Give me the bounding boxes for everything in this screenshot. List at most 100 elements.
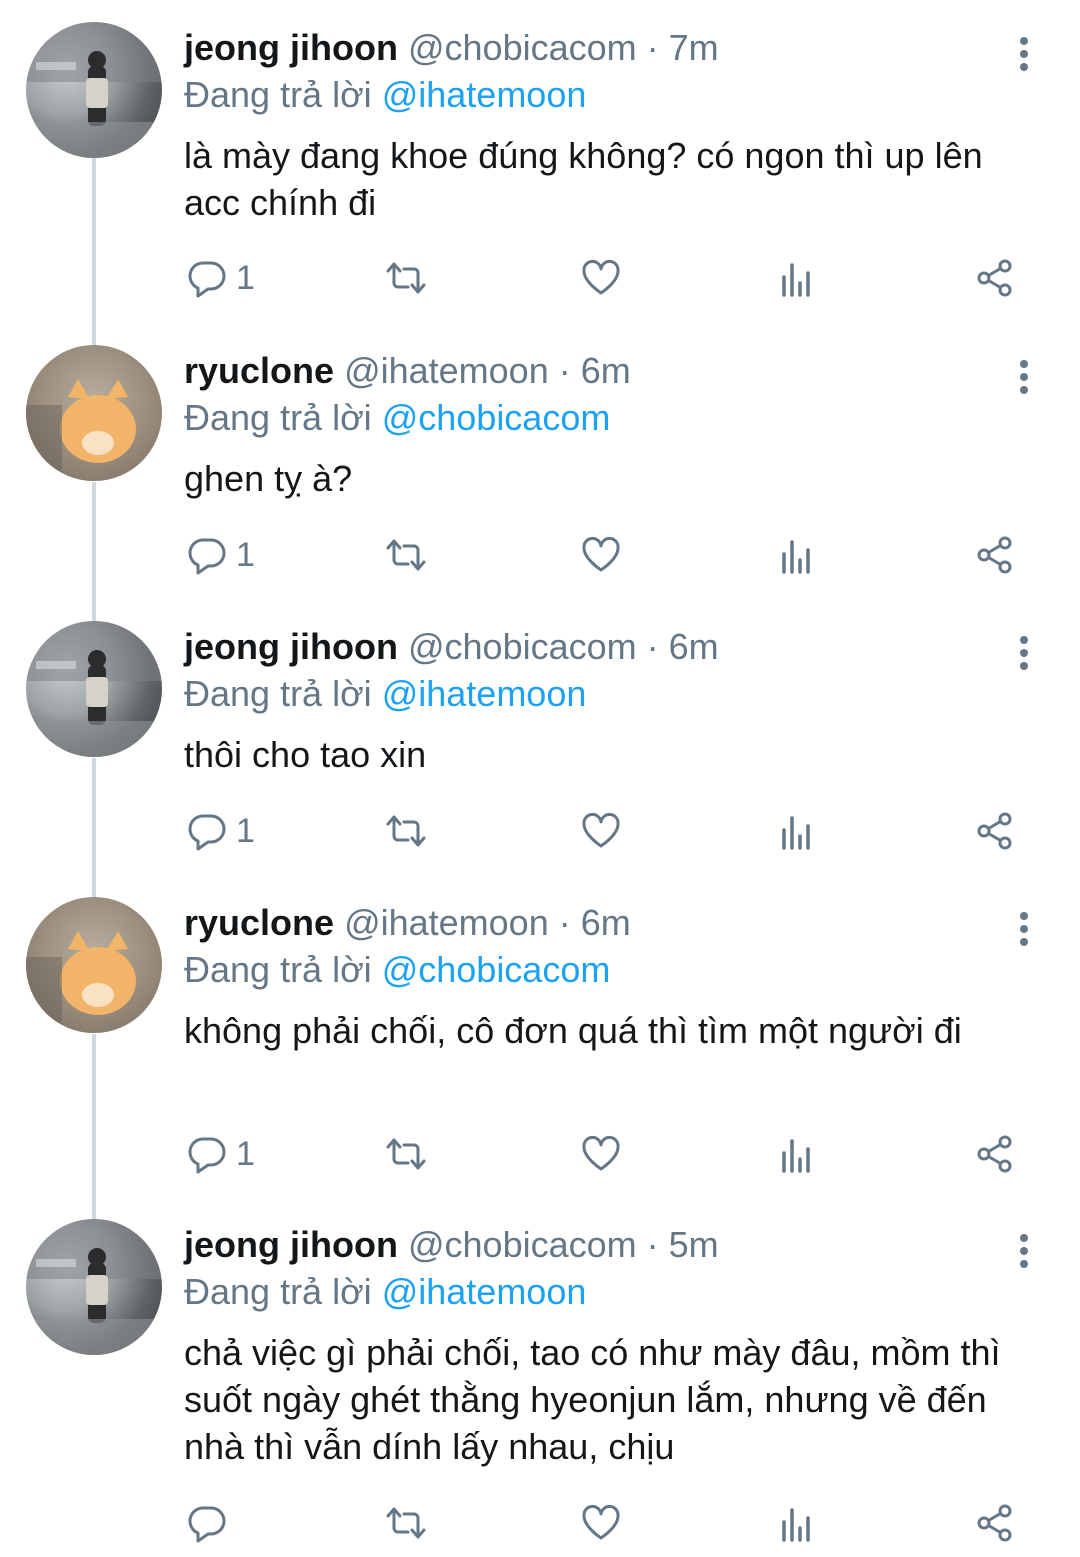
tweet-text: ghen tỵ à? [184, 458, 353, 499]
replying-prefix: Đang trả lời [184, 1271, 372, 1312]
retweet-button[interactable] [382, 801, 430, 861]
avatar[interactable] [26, 22, 162, 158]
heart-icon [582, 537, 620, 572]
like-button[interactable] [580, 801, 622, 861]
share-button[interactable] [974, 1124, 1016, 1184]
tweet[interactable]: jeong jihoon @chobicacom · 7m Đang trả l… [0, 22, 1080, 322]
timestamp[interactable]: 6m [669, 626, 719, 667]
more-vertical-icon[interactable] [1004, 34, 1044, 74]
tweet-actions [0, 1493, 1080, 1553]
share-button[interactable] [974, 248, 1016, 308]
timestamp[interactable]: 7m [669, 27, 719, 68]
analytics-icon [782, 1139, 810, 1173]
tweet-text: là mày đang khoe đúng không? có ngon thì… [184, 135, 983, 223]
replying-prefix: Đang trả lời [184, 949, 372, 990]
tweet-text: không phải chối, cô đơn quá thì tìm một … [184, 1010, 962, 1051]
author-name[interactable]: ryuclone [184, 350, 334, 391]
reply-count: 1 [236, 1134, 255, 1173]
replying-to: Đang trả lời @chobicacom [184, 948, 610, 992]
retweet-icon [386, 815, 426, 847]
tweet[interactable]: jeong jihoon @chobicacom · 5m Đang trả l… [0, 1219, 1080, 1557]
mention-link[interactable]: @ihatemoon [382, 673, 587, 714]
more-vertical-icon[interactable] [1004, 1231, 1044, 1271]
author-handle[interactable]: @chobicacom [408, 27, 637, 68]
jihoon-avatar-photo [26, 1219, 162, 1355]
author-handle[interactable]: @chobicacom [408, 1224, 637, 1265]
like-button[interactable] [580, 1124, 622, 1184]
reply-count: 1 [236, 535, 255, 574]
more-vertical-icon[interactable] [1004, 633, 1044, 673]
heart-icon [582, 260, 620, 295]
avatar[interactable] [26, 621, 162, 757]
replying-to: Đang trả lời @ihatemoon [184, 1270, 586, 1314]
tweet-text: thôi cho tao xin [184, 734, 427, 775]
reply-count: 1 [236, 811, 255, 850]
more-vertical-icon[interactable] [1004, 909, 1044, 949]
retweet-button[interactable] [382, 248, 430, 308]
tweet[interactable]: ryuclone @ihatemoon · 6m Đang trả lời @c… [0, 897, 1080, 1197]
tweet-header: jeong jihoon @chobicacom · 6m [184, 625, 719, 669]
reply-button[interactable]: 1 [186, 525, 255, 585]
replying-prefix: Đang trả lời [184, 673, 372, 714]
analytics-button[interactable] [778, 1493, 818, 1553]
mention-link[interactable]: @ihatemoon [382, 1271, 587, 1312]
reply-button[interactable]: 1 [186, 248, 255, 308]
mention-link[interactable]: @chobicacom [382, 949, 611, 990]
separator-dot: · [646, 626, 659, 667]
tweet-header: jeong jihoon @chobicacom · 5m [184, 1223, 719, 1267]
author-name[interactable]: jeong jihoon [184, 626, 398, 667]
retweet-button[interactable] [382, 1493, 430, 1553]
retweet-button[interactable] [382, 1124, 430, 1184]
heart-icon [582, 1505, 620, 1540]
retweet-icon [386, 539, 426, 571]
reply-icon [188, 814, 226, 851]
timestamp[interactable]: 5m [669, 1224, 719, 1265]
author-handle[interactable]: @ihatemoon [344, 902, 549, 943]
analytics-button[interactable] [778, 801, 818, 861]
author-name[interactable]: jeong jihoon [184, 1224, 398, 1265]
reply-button[interactable] [186, 1493, 228, 1553]
reply-icon [188, 1137, 226, 1174]
retweet-icon [386, 1138, 426, 1170]
share-button[interactable] [974, 801, 1016, 861]
analytics-button[interactable] [778, 525, 818, 585]
author-name[interactable]: jeong jihoon [184, 27, 398, 68]
analytics-button[interactable] [778, 248, 818, 308]
separator-dot: · [646, 1224, 659, 1265]
analytics-button[interactable] [778, 1124, 818, 1184]
author-name[interactable]: ryuclone [184, 902, 334, 943]
separator-dot: · [558, 350, 571, 391]
replying-to: Đang trả lời @ihatemoon [184, 73, 586, 117]
retweet-button[interactable] [382, 525, 430, 585]
like-button[interactable] [580, 248, 622, 308]
separator-dot: · [558, 902, 571, 943]
avatar[interactable] [26, 897, 162, 1033]
share-icon [977, 812, 1012, 850]
share-button[interactable] [974, 525, 1016, 585]
analytics-icon [782, 263, 810, 297]
tweet-actions: 1 [0, 525, 1080, 585]
author-handle[interactable]: @chobicacom [408, 626, 637, 667]
timestamp[interactable]: 6m [581, 902, 631, 943]
avatar[interactable] [26, 1219, 162, 1355]
author-handle[interactable]: @ihatemoon [344, 350, 549, 391]
tweet-header: jeong jihoon @chobicacom · 7m [184, 26, 719, 70]
tweet[interactable]: ryuclone @ihatemoon · 6m Đang trả lời @c… [0, 345, 1080, 595]
like-button[interactable] [580, 1493, 622, 1553]
reply-count: 1 [236, 258, 255, 297]
share-button[interactable] [974, 1493, 1016, 1553]
reply-button[interactable]: 1 [186, 801, 255, 861]
tweet[interactable]: jeong jihoon @chobicacom · 6m Đang trả l… [0, 621, 1080, 871]
reply-button[interactable]: 1 [186, 1124, 255, 1184]
reply-icon [188, 261, 226, 298]
avatar[interactable] [26, 345, 162, 481]
mention-link[interactable]: @chobicacom [382, 397, 611, 438]
tweet-actions: 1 [0, 1124, 1080, 1184]
like-button[interactable] [580, 525, 622, 585]
more-vertical-icon[interactable] [1004, 357, 1044, 397]
retweet-icon [386, 262, 426, 294]
timestamp[interactable]: 6m [581, 350, 631, 391]
mention-link[interactable]: @ihatemoon [382, 74, 587, 115]
share-icon [977, 536, 1012, 574]
heart-icon [582, 1136, 620, 1171]
